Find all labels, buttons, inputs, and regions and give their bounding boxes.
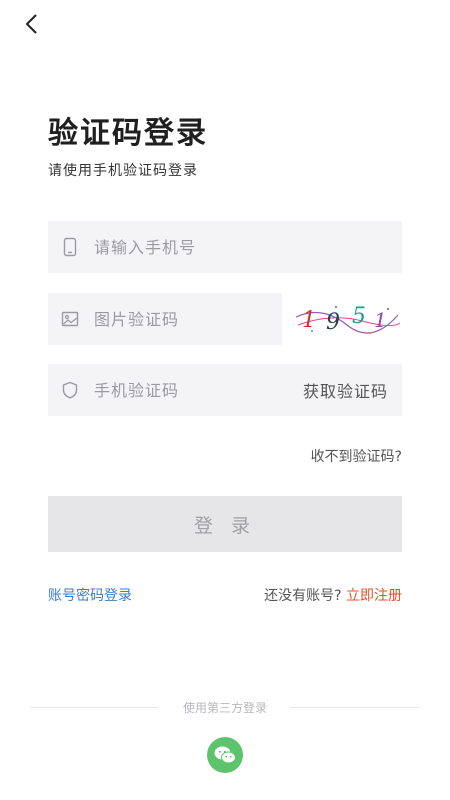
login-button[interactable]: 登 录 <box>48 496 402 552</box>
phone-icon <box>60 237 80 257</box>
captcha-digit: 9 <box>326 310 340 335</box>
register-row: 还没有账号? 立即注册 <box>264 585 402 605</box>
sms-code-field[interactable]: 获取验证码 <box>48 364 402 416</box>
back-button[interactable] <box>18 10 46 38</box>
captcha-image[interactable]: 1 9 5 1 <box>292 295 402 343</box>
captcha-digit: 1 <box>302 308 316 333</box>
sms-code-input[interactable] <box>94 364 303 416</box>
page-title: 验证码登录 <box>48 116 208 151</box>
chevron-left-icon <box>25 14 37 34</box>
password-login-link[interactable]: 账号密码登录 <box>48 585 132 605</box>
shield-icon <box>60 380 80 400</box>
no-account-text: 还没有账号? <box>264 588 342 604</box>
divider-right <box>290 707 420 708</box>
captcha-digit: 5 <box>352 304 366 329</box>
captcha-field[interactable] <box>48 293 282 345</box>
register-link[interactable]: 立即注册 <box>346 588 402 604</box>
image-icon <box>60 309 80 329</box>
captcha-digit: 1 <box>374 308 387 332</box>
phone-field[interactable] <box>48 221 402 273</box>
wechat-login-button[interactable] <box>207 737 243 773</box>
captcha-input[interactable] <box>94 293 282 345</box>
wechat-icon <box>214 746 236 764</box>
page-subtitle: 请使用手机验证码登录 <box>48 163 198 179</box>
phone-input[interactable] <box>94 221 402 273</box>
no-code-link[interactable]: 收不到验证码? <box>311 446 402 466</box>
divider-left <box>30 707 158 708</box>
get-code-button[interactable]: 获取验证码 <box>303 378 388 402</box>
third-party-label: 使用第三方登录 <box>182 701 267 715</box>
